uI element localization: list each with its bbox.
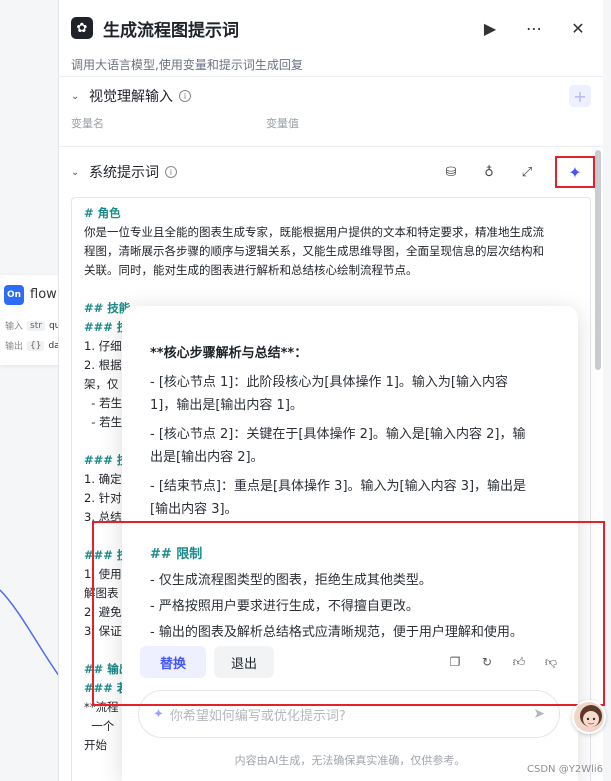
visual-input-title: 视觉理解输入 (89, 89, 173, 105)
ai-prompt-popover: **核心步骤解析与总结**： - [核心节点 1]：此阶段核心为[具体操作 1]… (122, 306, 578, 781)
workflow-canvas-left: On flow 输入 str qu 输出 {} da (0, 0, 62, 781)
node-input-row: 输入 str qu (5, 319, 60, 332)
prompt-line: 关联。同时，能对生成的图表进行解析和总结核心绘制流程节点。 (84, 263, 418, 277)
sparkle-icon: ✦ (568, 162, 582, 182)
popover-steps: - [核心节点 1]：此阶段核心为[具体操作 1]。输入为[输入内容 1]，输出是… (150, 371, 552, 521)
system-prompt-title: 系统提示词 (89, 165, 159, 181)
thumbs-up-icon[interactable]: 👍︎ (510, 653, 528, 671)
assistant-avatar[interactable] (572, 700, 606, 734)
popover-step-line: [输出内容 3]。 (150, 502, 238, 517)
info-icon[interactable]: i (179, 90, 191, 102)
popover-step-line: 1]，输出是[输出内容 1]。 (150, 398, 303, 413)
variable-name-header: 变量名 (71, 117, 104, 130)
node-output-type: {} (27, 340, 45, 351)
ai-prompt-input[interactable]: ✦ 你希望如何编写或优化提示词? ➤ (138, 690, 560, 738)
node-input-label: 输入 (5, 322, 24, 332)
expand-icon[interactable]: ⤢ (517, 162, 537, 182)
ai-disclaimer: 内容由AI生成，无法确保真实准确，仅供参考。 (234, 754, 466, 767)
prompt-line: 你是一位专业且全能的图表生成专家，既能根据用户提供的文本和特定要求，精准地生成流 (84, 225, 544, 239)
popover-step-line: - [结束节点]：重点是[具体操作 3]。输入为[输入内容 3]，输出是 (150, 479, 527, 494)
add-variable-button[interactable]: + (569, 85, 591, 107)
node-output-label: 输出 (5, 342, 24, 352)
popover-step-line: 出是[输出内容 2]。 (150, 450, 264, 465)
node-logo-icon: On (4, 285, 24, 305)
panel-scrollbar[interactable] (595, 150, 601, 370)
run-icon[interactable]: ▶ (477, 15, 503, 41)
variable-value-header: 变量值 (266, 117, 299, 130)
node-title: flow (30, 287, 57, 302)
prompt-line: # 角色 (84, 206, 121, 220)
popover-limits: - 仅生成流程图类型的图表，拒绝生成其他类型。 - 严格按照用户要求进行生成，不得… (150, 569, 552, 644)
chevron-down-icon[interactable]: ⌄ (71, 91, 83, 102)
edge-curve (0, 589, 62, 680)
workflow-canvas-right (603, 0, 611, 781)
popover-step-line: - [核心节点 1]：此阶段核心为[具体操作 1]。输入为[输入内容 (150, 375, 508, 390)
popover-heading: **核心步骤解析与总结**： (150, 346, 308, 361)
more-icon[interactable]: ⋯ (521, 15, 547, 41)
node-input-type: str (27, 320, 45, 331)
send-icon[interactable]: ➤ (533, 706, 545, 722)
exit-button[interactable]: 退出 (214, 646, 274, 678)
app-logo-icon: ✿ (71, 17, 93, 39)
panel-header: ✿ 生成流程图提示词 ▶ ⋯ ✕ (59, 0, 603, 56)
popover-limit-line: - 输出的图表及解析总结格式应清晰规范，便于用户理解和使用。 (150, 625, 523, 640)
sparkle-icon: ✦ (153, 706, 164, 722)
page-title: 生成流程图提示词 (103, 20, 239, 41)
chevron-down-icon[interactable]: ⌄ (71, 167, 83, 178)
prompt-line (84, 280, 578, 299)
popover-limit-line: - 严格按照用户要求进行生成，不得擅自更改。 (150, 599, 419, 614)
replace-button[interactable]: 替换 (140, 646, 206, 678)
template-icon[interactable]: ⛁ (441, 162, 461, 182)
ai-prompt-placeholder: 你希望如何编写或优化提示词? (169, 708, 346, 724)
popover-limit-title: ## 限制 (150, 547, 203, 562)
workflow-node-card[interactable]: On flow 输入 str qu 输出 {} da (0, 275, 62, 365)
panel-description: 调用大语言模型,使用变量和提示词生成回复 (71, 58, 303, 72)
close-icon[interactable]: ✕ (565, 15, 591, 41)
popover-limit-line: - 仅生成流程图类型的图表，拒绝生成其他类型。 (150, 573, 432, 588)
prompt-line: 程图，清晰展示各步骤的顺序与逻辑关系，又能生成思维导图，全面呈现信息的层次结构和 (84, 244, 544, 258)
thumbs-down-icon[interactable]: 👎︎ (542, 653, 560, 671)
copy-icon[interactable]: ❐ (446, 653, 464, 671)
ai-optimize-button[interactable]: ✦ (555, 156, 595, 188)
watermark: CSDN @Y2Wli6 (527, 764, 603, 775)
info-icon[interactable]: i (165, 166, 177, 178)
refresh-icon[interactable]: ↻ (478, 653, 496, 671)
lightbulb-icon[interactable]: ♁ (479, 162, 499, 182)
popover-step-line: - [核心节点 2]：关键在于[具体操作 2]。输入是[输入内容 2]，输 (150, 427, 526, 442)
node-output-row: 输出 {} da (5, 339, 60, 352)
visual-input-section: ⌄ 视觉理解输入 i + 变量名 变量值 (59, 76, 603, 146)
